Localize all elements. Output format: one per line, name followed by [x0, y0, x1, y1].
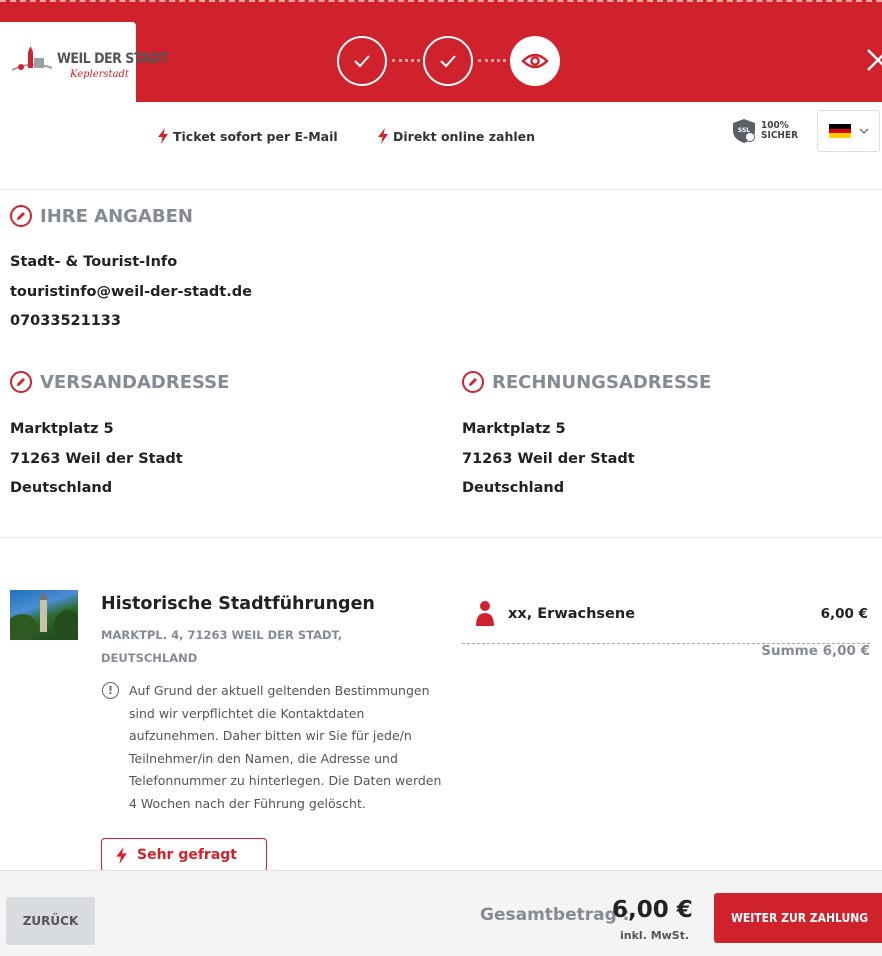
shipping-country: Deutschland: [10, 480, 113, 496]
customer-email: touristinfo@weil-der-stadt.de: [10, 284, 252, 300]
shield-lock-icon: SSL: [733, 119, 755, 143]
sum-value: 6,00 €: [822, 643, 870, 659]
product-thumbnail: [10, 590, 78, 640]
eye-icon: [521, 53, 549, 69]
feature-pay: Direkt online zahlen: [378, 128, 535, 144]
billing-city: 71263 Weil der Stadt: [462, 451, 635, 467]
continue-to-payment-button[interactable]: WEITER ZUR ZAHLUNG: [714, 893, 882, 943]
total-value: 6,00 €: [612, 897, 693, 923]
customer-name: Stadt- & Tourist-Info: [10, 254, 178, 270]
product-address: MARKTPL. 4, 71263 WEIL DER STADT, DEUTSC…: [101, 628, 343, 665]
feature-ticket: Ticket sofort per E-Mail: [158, 128, 338, 144]
check-icon: [354, 55, 370, 68]
shipping-street: Marktplatz 5: [10, 421, 114, 437]
info-icon: !: [102, 682, 119, 699]
checkout-footer: ZURÜCK Gesamtbetrag : 6,00 € inkl. MwSt.…: [0, 870, 882, 956]
order-line: xx, Erwachsene 6,00 €: [462, 596, 870, 644]
lightning-icon: [116, 846, 127, 864]
edit-customer-button[interactable]: [10, 205, 32, 227]
order-item-price: 6,00 €: [820, 606, 868, 622]
person-icon: [476, 601, 494, 626]
town-logo-icon: [12, 46, 52, 71]
step-2-done: [423, 36, 473, 86]
customer-heading-text: IHRE ANGABEN: [40, 205, 193, 227]
pencil-icon: [17, 378, 25, 386]
tower-photo-icon: [10, 592, 78, 640]
product-note: Auf Grund der aktuell geltenden Bestimmu…: [129, 683, 442, 811]
secure-line-2: SICHER: [761, 130, 799, 141]
order-sum: Summe 6,00 €: [761, 643, 870, 659]
step-connector: [392, 59, 420, 62]
feature-ticket-label: Ticket sofort per E-Mail: [173, 128, 338, 144]
edit-shipping-button[interactable]: [10, 371, 32, 393]
pencil-icon: [17, 212, 25, 220]
ssl-badge: SSL 100% SICHER: [731, 118, 798, 144]
check-icon: [440, 55, 456, 68]
tax-note: inkl. MwSt.: [620, 929, 690, 942]
billing-country: Deutschland: [462, 480, 565, 496]
billing-heading-text: RECHNUNGSADRESSE: [492, 371, 712, 393]
step-1-done: [337, 36, 387, 86]
step-3-active: [510, 36, 560, 86]
logo-text: WEIL DER STADT: [57, 51, 169, 67]
total-label: Gesamtbetrag :: [480, 905, 630, 925]
back-button[interactable]: ZURÜCK: [6, 897, 95, 945]
pencil-icon: [469, 378, 477, 386]
order-item-label: xx, Erwachsene: [508, 606, 636, 622]
product-title: Historische Stadtführungen: [101, 594, 375, 614]
step-connector: [478, 59, 506, 62]
billing-heading: RECHNUNGSADRESSE: [462, 371, 711, 393]
de-flag-icon: [828, 124, 851, 139]
billing-street: Marktplatz 5: [462, 421, 566, 437]
shipping-heading: VERSANDADRESSE: [10, 371, 229, 393]
divider: [0, 537, 882, 538]
lightning-icon: [158, 128, 168, 144]
language-selector[interactable]: [817, 110, 880, 152]
sum-label: Summe: [761, 643, 818, 659]
popular-badge-label: Sehr gefragt: [137, 847, 237, 863]
customer-heading: IHRE ANGABEN: [10, 205, 193, 227]
shipping-city: 71263 Weil der Stadt: [10, 451, 183, 467]
popular-badge: Sehr gefragt: [101, 838, 267, 872]
logo[interactable]: WEIL DER STADT Keplerstadt: [0, 22, 169, 106]
divider: [0, 189, 882, 190]
close-icon[interactable]: [866, 46, 882, 74]
feature-pay-label: Direkt online zahlen: [393, 128, 535, 144]
shipping-heading-text: VERSANDADRESSE: [40, 371, 230, 393]
edit-billing-button[interactable]: [462, 371, 484, 393]
chevron-down-icon: [858, 127, 869, 134]
logo-subtitle: Keplerstadt: [70, 69, 129, 80]
lightning-icon: [378, 128, 388, 144]
customer-phone: 07033521133: [10, 313, 121, 329]
